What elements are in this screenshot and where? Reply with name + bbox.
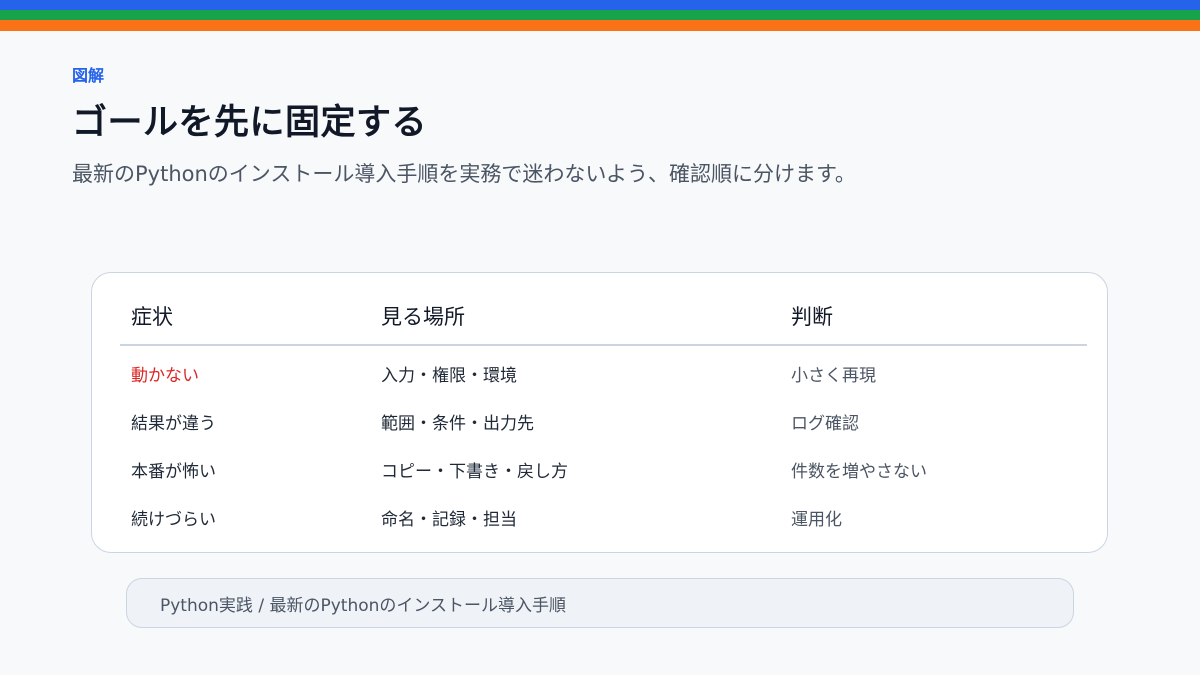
table-row: 動かない 入力・権限・環境 小さく再現 [120,359,1087,407]
where-cell: コピー・下書き・戻し方 [381,462,568,482]
table-row: 本番が怖い コピー・下書き・戻し方 件数を増やさない [120,455,1087,503]
eyebrow-label: 図解 [72,66,105,85]
stripe-blue [0,0,1200,10]
table-header: 症状 見る場所 判断 [120,273,1087,346]
header-judgment: 判断 [791,305,833,329]
where-cell: 命名・記録・担当 [381,510,517,530]
judgment-cell: 件数を増やさない [791,462,927,482]
stripe-green [0,10,1200,20]
page-subtitle: 最新のPythonのインストール導入手順を実務で迷わないよう、確認順に分けます。 [72,162,856,186]
table-row: 続けづらい 命名・記録・担当 運用化 [120,503,1087,551]
where-cell: 入力・権限・環境 [381,366,517,386]
footer-breadcrumb-pill: Python実践 / 最新のPythonのインストール導入手順 [126,578,1074,628]
symptom-cell: 本番が怖い [131,462,216,482]
page-title: ゴールを先に固定する [72,103,428,143]
symptom-table-card: 症状 見る場所 判断 動かない 入力・権限・環境 小さく再現 結果が違う 範囲・… [91,272,1108,553]
breadcrumb: Python実践 / 最新のPythonのインストール導入手順 [160,596,567,616]
stripe-orange [0,20,1200,31]
symptom-cell: 続けづらい [131,510,216,530]
header-where: 見る場所 [381,305,465,329]
symptom-cell: 動かない [131,366,199,386]
top-color-stripes [0,0,1200,31]
table-row: 結果が違う 範囲・条件・出力先 ログ確認 [120,407,1087,455]
symptom-cell: 結果が違う [131,414,216,434]
where-cell: 範囲・条件・出力先 [381,414,534,434]
judgment-cell: ログ確認 [791,414,859,434]
header-symptom: 症状 [131,305,173,329]
judgment-cell: 小さく再現 [791,366,876,386]
judgment-cell: 運用化 [791,510,842,530]
table-body: 動かない 入力・権限・環境 小さく再現 結果が違う 範囲・条件・出力先 ログ確認… [120,359,1087,551]
